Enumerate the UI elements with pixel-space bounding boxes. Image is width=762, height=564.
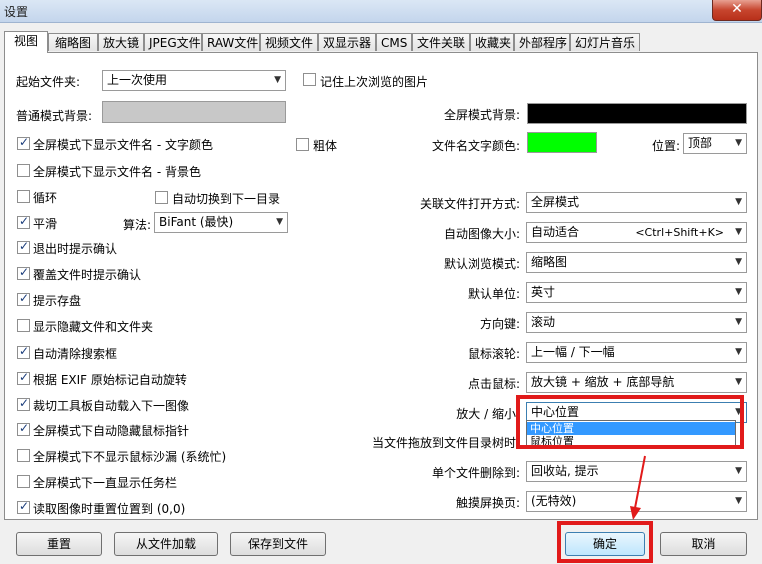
annotation-arrow (630, 455, 646, 520)
tab-0[interactable]: 视图 (4, 31, 48, 53)
